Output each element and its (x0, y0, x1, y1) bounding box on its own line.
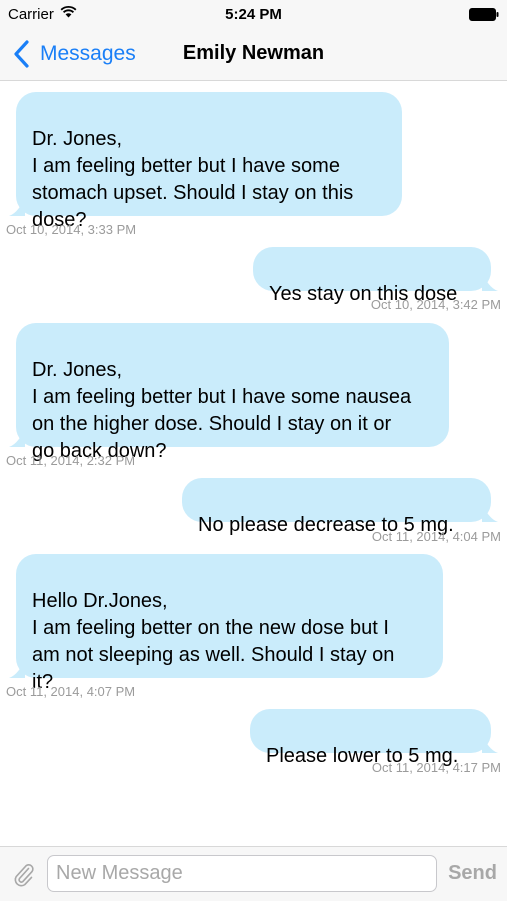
message-bubble-outgoing[interactable]: No please decrease to 5 mg. (182, 478, 498, 536)
message-bubble-outgoing[interactable]: Please lower to 5 mg. (250, 709, 498, 767)
battery-icon (469, 8, 499, 21)
message-text: Dr. Jones, I am feeling better but I hav… (32, 128, 354, 231)
message-text: Hello Dr.Jones, I am feeling better on t… (32, 590, 395, 693)
message-bubble-incoming[interactable]: Dr. Jones, I am feeling better but I hav… (9, 92, 402, 231)
bubble-tail-icon (482, 275, 498, 291)
bubble-tail-icon (482, 737, 498, 753)
bubble-tail-icon (9, 200, 25, 216)
message-timestamp: Oct 10, 2014, 3:42 PM (370, 297, 501, 312)
message-text: Dr. Jones, I am feeling better but I hav… (32, 359, 412, 462)
clock: 5:24 PM (225, 6, 282, 23)
navigation-bar: Messages Emily Newman (0, 28, 507, 81)
message-bubble-incoming[interactable]: Dr. Jones, I am feeling better but I hav… (9, 323, 449, 462)
new-message-input[interactable] (47, 855, 437, 892)
message-timestamp: Oct 11, 2014, 4:17 PM (371, 760, 501, 775)
bubble-tail-icon (482, 506, 498, 522)
bubble-tail-icon (9, 662, 25, 678)
message-input-bar: Send (0, 846, 507, 901)
message-bubble-incoming[interactable]: Hello Dr.Jones, I am feeling better on t… (9, 554, 443, 693)
paperclip-icon[interactable] (10, 861, 38, 889)
conversation-title: Emily Newman (182, 42, 325, 64)
message-thread[interactable]: Dr. Jones, I am feeling better but I hav… (0, 80, 507, 846)
message-bubble-outgoing[interactable]: Yes stay on this dose (253, 247, 498, 305)
message-timestamp: Oct 10, 2014, 3:33 PM (6, 222, 137, 237)
message-timestamp: Oct 11, 2014, 4:07 PM (6, 684, 136, 699)
message-timestamp: Oct 11, 2014, 2:32 PM (6, 453, 136, 468)
message-timestamp: Oct 11, 2014, 4:04 PM (371, 529, 501, 544)
status-bar: Carrier 5:24 PM (0, 0, 507, 28)
bubble-tail-icon (9, 431, 25, 447)
send-button[interactable]: Send (448, 862, 497, 885)
